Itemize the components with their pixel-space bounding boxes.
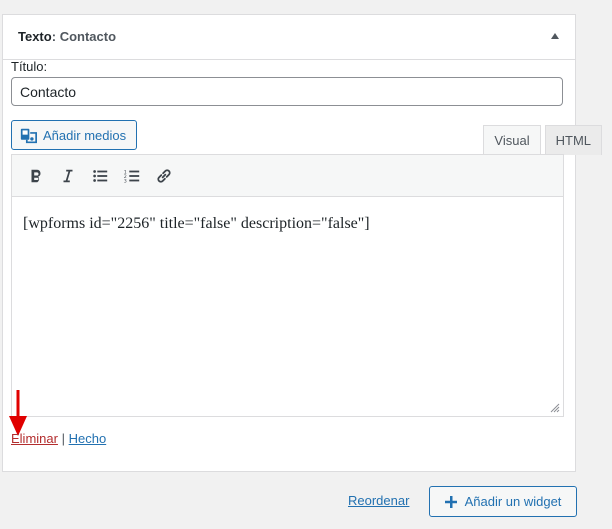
widget-type-label: Texto (18, 29, 52, 44)
editor-toolbar: 123 (12, 155, 563, 197)
actions-divider: | (61, 431, 65, 446)
widget-title: Texto: Contacto (18, 29, 116, 44)
numbered-list-icon: 123 (124, 169, 140, 184)
editor-content[interactable]: [wpforms id="2256" title="false" descrip… (12, 197, 563, 251)
add-widget-button[interactable]: Añadir un widget (429, 486, 577, 517)
tab-visual[interactable]: Visual (483, 125, 541, 155)
widget-actions: Eliminar | Hecho (11, 431, 106, 446)
delete-link[interactable]: Eliminar (11, 431, 58, 446)
plus-icon (444, 495, 457, 508)
title-input[interactable] (11, 77, 563, 106)
add-media-label: Añadir medios (43, 127, 127, 143)
italic-icon (63, 169, 73, 182)
svg-text:3: 3 (124, 178, 127, 184)
editor-tabs: Visual HTML (483, 125, 602, 155)
resize-handle-icon[interactable] (550, 403, 560, 413)
tab-html[interactable]: HTML (544, 125, 602, 155)
rich-text-editor[interactable]: 123 [wpforms id="2256" title="false" des… (11, 154, 564, 417)
add-widget-label: Añadir un widget (464, 494, 562, 509)
title-label: Título: (11, 59, 48, 74)
media-icon (20, 128, 37, 143)
reorder-link[interactable]: Reordenar (348, 493, 409, 508)
widget-title-separator: : (51, 29, 57, 44)
widget-name: Contacto (59, 29, 117, 44)
bulleted-list-icon (93, 169, 108, 182)
italic-button[interactable] (52, 161, 84, 191)
collapse-arrow-icon[interactable] (551, 33, 559, 39)
link-icon (157, 168, 171, 183)
widget-header[interactable]: Texto: Contacto (3, 15, 575, 60)
link-button[interactable] (148, 161, 180, 191)
bulleted-list-button[interactable] (84, 161, 116, 191)
add-media-button[interactable]: Añadir medios (11, 120, 138, 150)
bold-button[interactable] (20, 161, 52, 191)
bold-icon (31, 169, 41, 182)
done-link[interactable]: Hecho (69, 431, 107, 446)
numbered-list-button[interactable]: 123 (116, 161, 148, 191)
